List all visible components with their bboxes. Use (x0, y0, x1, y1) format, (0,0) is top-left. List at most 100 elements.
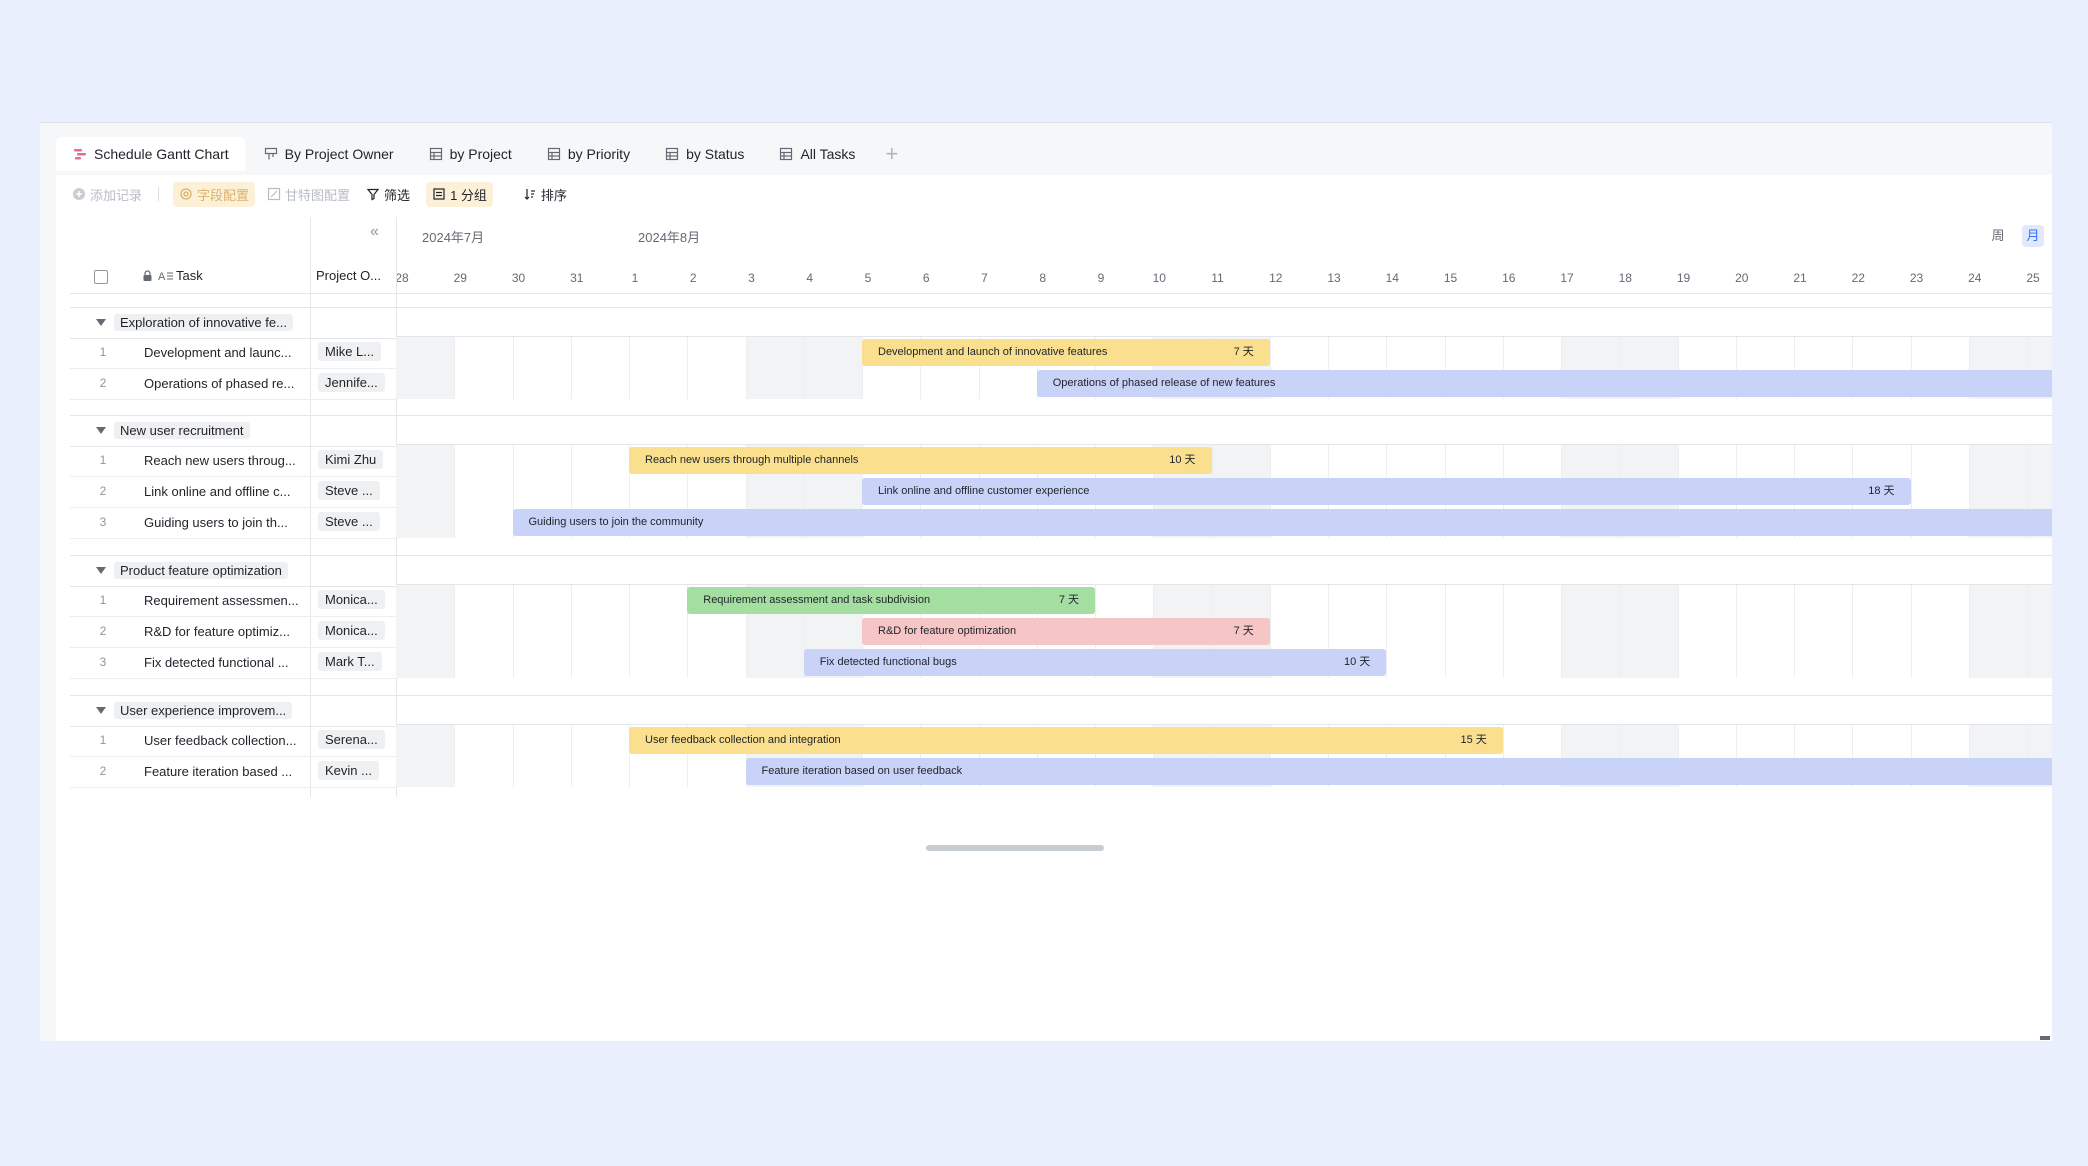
task-name[interactable]: User feedback collection... (144, 733, 296, 748)
weekend-shade (1561, 585, 1620, 678)
group-header[interactable]: New user recruitment (70, 415, 396, 447)
tab-by-priority[interactable]: by Priority (530, 137, 646, 171)
gantt-bar[interactable]: Development and launch of innovative fea… (862, 339, 1270, 366)
task-name[interactable]: Link online and offline c... (144, 484, 290, 499)
gear-icon (180, 188, 192, 200)
grid-line (454, 445, 456, 538)
tab-by-project-owner[interactable]: By Project Owner (247, 137, 410, 171)
field-config-label: 字段配置 (197, 187, 250, 203)
field-config-button[interactable]: 字段配置 (173, 181, 256, 207)
owner-column-header[interactable]: Project O... (316, 268, 381, 283)
table-icon (547, 147, 560, 161)
month-label: 2024年7月 (422, 230, 485, 245)
task-name[interactable]: Reach new users throug... (144, 453, 296, 468)
task-row[interactable]: 2 Link online and offline c... Steve ... (70, 476, 396, 508)
gantt-bar[interactable]: Feature iteration based on user feedback (745, 758, 2052, 785)
group-header[interactable]: User experience improvem... (70, 695, 396, 727)
task-row[interactable]: 3 Fix detected functional ... Mark T... (70, 647, 396, 679)
task-row[interactable]: 3 Guiding users to join th... Steve ... (70, 507, 396, 539)
owner-tag[interactable]: Mark T... (318, 652, 382, 671)
grid-line (1852, 585, 1854, 678)
task-name[interactable]: Development and launc... (144, 345, 291, 360)
task-row[interactable]: 2 Feature iteration based ... Kevin ... (70, 756, 396, 788)
task-name[interactable]: Requirement assessmen... (144, 593, 299, 608)
owner-tag[interactable]: Serena... (318, 730, 385, 749)
horizontal-scrollbar[interactable] (926, 845, 1104, 851)
collapse-triangle-icon[interactable] (96, 567, 106, 574)
gantt-bar-label: Development and launch of innovative fea… (878, 346, 1108, 358)
filter-button[interactable]: 筛选 (366, 185, 410, 204)
gantt-bar[interactable]: R&D for feature optimization 7 天 (862, 618, 1270, 645)
owner-tag[interactable]: Jennife... (318, 373, 385, 392)
gantt-bar[interactable]: Link online and offline customer experie… (862, 478, 1911, 505)
day-label: 31 (570, 271, 584, 285)
task-row[interactable]: 1 Requirement assessmen... Monica... (70, 585, 396, 617)
week-view-button[interactable]: 周 (1987, 225, 2009, 247)
day-label: 20 (1735, 271, 1749, 285)
row-number: 2 (99, 484, 107, 498)
gantt-bar[interactable]: Fix detected functional bugs 10 天 (803, 649, 1387, 676)
gantt-bar[interactable]: Guiding users to join the community (512, 509, 2052, 536)
day-label: 14 (1385, 271, 1399, 285)
gantt-bar[interactable]: Operations of phased release of new feat… (1036, 370, 2052, 397)
task-name[interactable]: Operations of phased re... (144, 376, 294, 391)
group-header[interactable]: Product feature optimization (70, 555, 396, 587)
gantt-bar[interactable]: Reach new users through multiple channel… (629, 447, 1212, 474)
task-list: Exploration of innovative fe... 1 Develop… (70, 293, 396, 797)
collapse-triangle-icon[interactable] (96, 319, 106, 326)
collapse-triangle-icon[interactable] (96, 427, 106, 434)
grid-line (1386, 585, 1388, 678)
task-row[interactable]: 1 Development and launc... Mike L... (70, 337, 396, 369)
tab-all-tasks[interactable]: All Tasks (762, 137, 871, 171)
gantt-bar[interactable]: User feedback collection and integration… (629, 727, 1503, 754)
day-label: 6 (922, 271, 930, 285)
group-button[interactable]: 1 分组 (426, 181, 493, 207)
add-view-button[interactable]: + (873, 141, 910, 167)
day-label: 21 (1793, 271, 1807, 285)
resize-handle[interactable] (2040, 1036, 2050, 1040)
collapse-panel-icon[interactable]: « (370, 223, 379, 241)
day-label: 23 (1909, 271, 1924, 285)
add-record-button[interactable]: 添加记录 (72, 185, 142, 204)
owner-tag[interactable]: Kevin ... (318, 761, 379, 780)
gantt-bar-label: Link online and offline customer experie… (878, 485, 1090, 497)
month-view-button[interactable]: 月 (2022, 225, 2044, 247)
gantt-bar-label: User feedback collection and integration (645, 734, 841, 746)
task-name[interactable]: R&D for feature optimiz... (144, 624, 290, 639)
gantt-bar-label: R&D for feature optimization (878, 625, 1017, 637)
gantt-config-button[interactable]: 甘特图配置 (267, 185, 350, 204)
grid-line (629, 337, 630, 399)
task-name[interactable]: Guiding users to join th... (144, 515, 288, 530)
select-all-checkbox[interactable] (94, 270, 108, 284)
task-row[interactable]: 2 Operations of phased re... Jennife... (70, 368, 396, 400)
owner-tag[interactable]: Steve ... (318, 481, 380, 500)
task-column-header[interactable]: A Task (142, 268, 203, 283)
owner-tag[interactable]: Monica... (318, 590, 385, 609)
tab-by-project[interactable]: by Project (412, 137, 528, 171)
task-row[interactable]: 1 User feedback collection... Serena... (70, 725, 396, 757)
gantt-bar[interactable]: Requirement assessment and task subdivis… (687, 587, 1095, 614)
owner-tag[interactable]: Steve ... (318, 512, 380, 531)
tab-by-status[interactable]: by Status (648, 137, 760, 171)
task-name[interactable]: Fix detected functional ... (144, 655, 289, 670)
tab-schedule-gantt-chart[interactable]: Schedule Gantt Chart (56, 137, 245, 171)
gantt-bar-duration: 7 天 (1233, 346, 1254, 358)
task-name[interactable]: Feature iteration based ... (144, 764, 292, 779)
task-row[interactable]: 2 R&D for feature optimiz... Monica... (70, 616, 396, 648)
day-label: 30 (511, 271, 526, 285)
table-icon (780, 147, 793, 161)
owner-tag[interactable]: Kimi Zhu (318, 450, 384, 469)
owner-tag[interactable]: Monica... (318, 621, 385, 640)
day-label: 12 (1269, 271, 1283, 285)
grid-line (570, 337, 572, 399)
collapse-triangle-icon[interactable] (96, 707, 106, 714)
day-label: 4 (806, 271, 814, 285)
group-header[interactable]: Exploration of innovative fe... (70, 307, 396, 339)
sort-label: 排序 (540, 187, 567, 203)
gantt-bar-label: Requirement assessment and task subdivis… (703, 594, 931, 606)
task-row[interactable]: 1 Reach new users throug... Kimi Zhu (70, 445, 396, 477)
sort-button[interactable]: 排序 (523, 185, 567, 204)
owner-tag[interactable]: Mike L... (318, 342, 382, 361)
toolbar-divider (158, 187, 160, 201)
gantt-bar-duration: 10 天 (1169, 454, 1196, 466)
